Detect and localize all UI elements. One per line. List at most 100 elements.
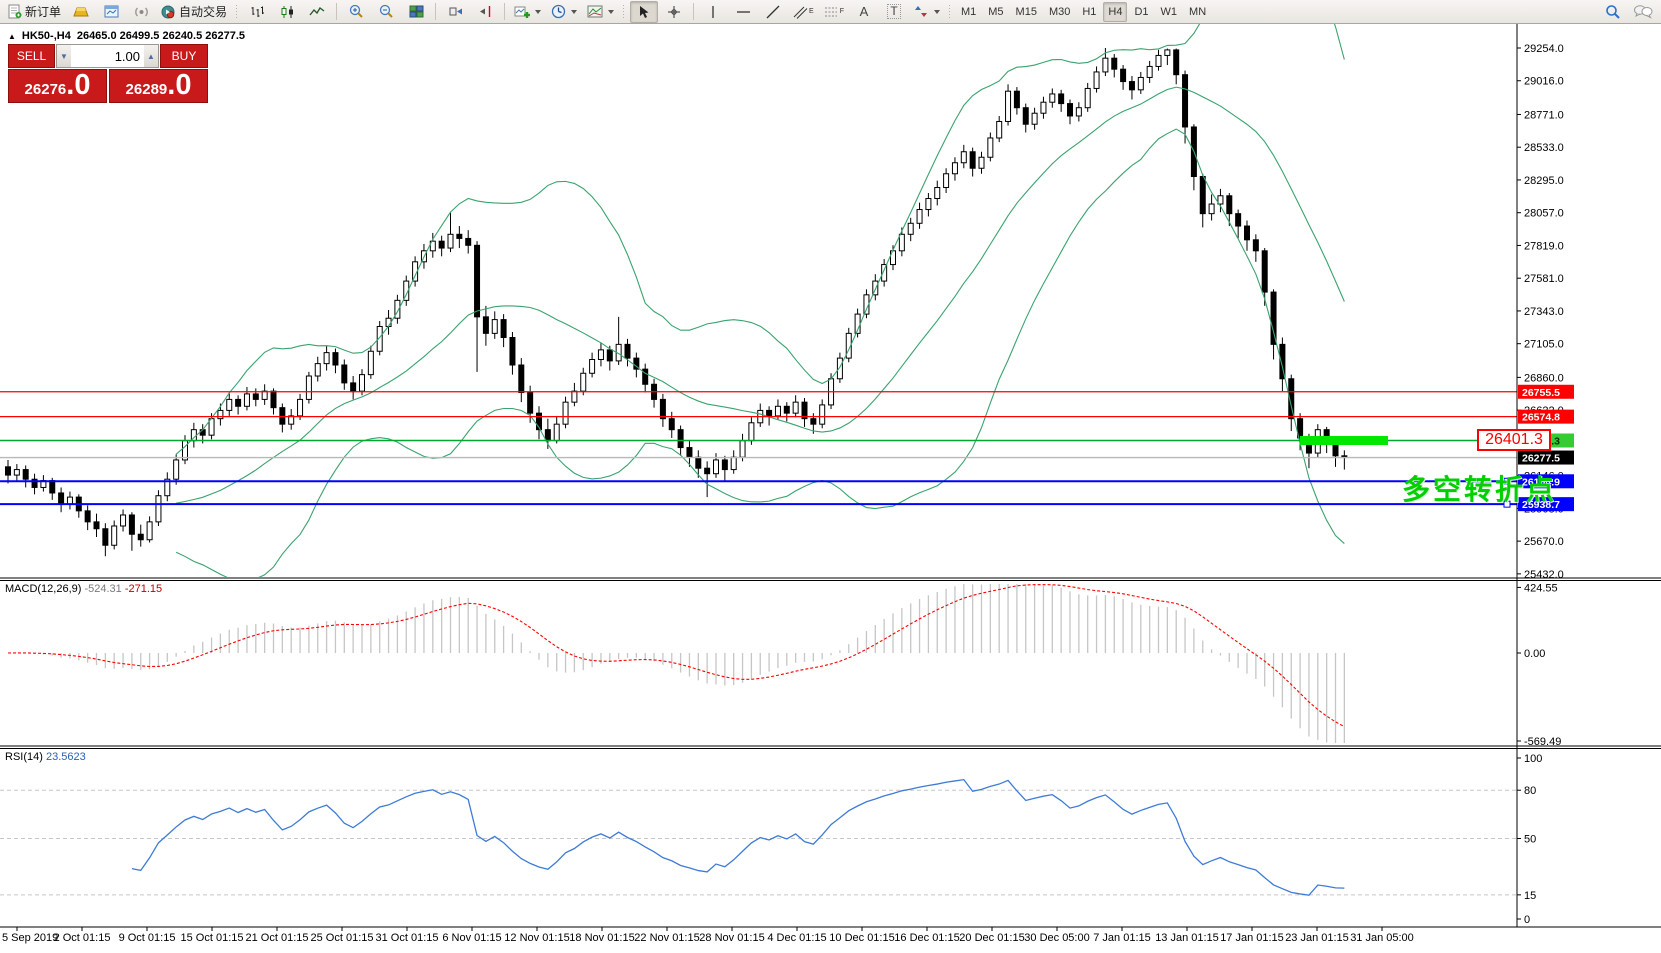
svg-text:22 Nov 01:15: 22 Nov 01:15 [634,932,699,944]
svg-text:6 Nov 01:15: 6 Nov 01:15 [442,932,501,944]
svg-text:424.55: 424.55 [1524,582,1558,594]
svg-text:26755.5: 26755.5 [1522,387,1560,399]
cursor-tool-button[interactable] [630,0,659,23]
svg-text:12 Nov 01:15: 12 Nov 01:15 [504,932,569,944]
volume-increase-button[interactable]: ▲ [144,45,158,67]
equidistant-channel-tool-button[interactable]: E [789,1,818,23]
svg-text:25670.0: 25670.0 [1524,536,1564,548]
autotrading-button[interactable]: 自动交易 [157,1,231,23]
svg-text:28771.0: 28771.0 [1524,109,1564,121]
candlestick-chart-button[interactable] [273,1,301,23]
sell-price-display[interactable]: 26276 .0 [8,69,107,103]
timeframe-d1[interactable]: D1 [1129,2,1153,22]
zoom-in-button[interactable] [342,1,370,23]
price-flag-label[interactable]: 26401.3 [1477,429,1551,451]
svg-text:31 Oct 01:15: 31 Oct 01:15 [376,932,439,944]
chart-window-button[interactable] [97,1,125,23]
rsi-indicator-label: RSI(14) 23.5623 [5,751,86,763]
signal-button[interactable] [127,1,155,23]
broadcast-icon [134,6,148,17]
svg-text:27581.0: 27581.0 [1524,273,1564,285]
dropdown-caret [933,9,940,14]
svg-text:28295.0: 28295.0 [1524,175,1564,187]
fibonacci-tool-button[interactable]: F [820,1,848,23]
svg-text:7 Jan 01:15: 7 Jan 01:15 [1093,932,1151,944]
line-chart-button[interactable] [303,1,331,23]
svg-text:100: 100 [1524,753,1542,765]
trendline-icon [766,5,780,18]
horizontal-line-tool-button[interactable] [729,1,757,23]
sell-button[interactable]: SELL [8,44,55,68]
bar-chart-icon [251,6,264,17]
timeframe-h4[interactable]: H4 [1103,1,1128,22]
templates-button[interactable] [583,1,618,23]
svg-text:17 Jan 01:15: 17 Jan 01:15 [1220,932,1284,944]
tile-windows-button[interactable] [402,1,430,23]
bar-chart-button[interactable] [243,1,271,23]
svg-text:21 Oct 01:15: 21 Oct 01:15 [246,932,309,944]
symbol-name: HK50-,H4 [21,30,71,42]
arrows-tool-button[interactable] [910,1,944,23]
timeframe-w1[interactable]: W1 [1156,2,1183,22]
collapse-panel-icon[interactable]: ▲ [8,32,16,41]
volume-stepper: ▼ ▲ [56,44,159,68]
volume-input[interactable] [71,45,144,67]
svg-text:2 Oct 01:15: 2 Oct 01:15 [54,932,111,944]
macd-indicator-label: MACD(12,26,9) -524.31 -271.15 [5,583,162,595]
svg-text:27343.0: 27343.0 [1524,306,1564,318]
zoom-out-icon [379,4,393,18]
search-button[interactable] [1599,1,1627,23]
add-indicator-button[interactable] [510,1,545,23]
svg-text:23 Jan 01:15: 23 Jan 01:15 [1285,932,1349,944]
macd-signal-value: -271.15 [124,583,163,595]
timeframe-m5[interactable]: M5 [983,2,1008,22]
svg-text:16 Dec 01:15: 16 Dec 01:15 [894,932,959,944]
svg-text:28533.0: 28533.0 [1524,142,1564,154]
buy-price-frac: .0 [167,69,192,101]
vertical-line-tool-button[interactable] [699,1,727,23]
chat-button[interactable] [1629,1,1657,23]
timeframe-m1[interactable]: M1 [956,2,981,22]
timeframe-mn[interactable]: MN [1184,2,1211,22]
trendline-tool-button[interactable] [759,1,787,23]
svg-text:26860.0: 26860.0 [1524,372,1564,384]
timeframe-m15[interactable]: M15 [1011,2,1042,22]
buy-price-display[interactable]: 26289 .0 [109,69,208,103]
svg-text:15: 15 [1524,890,1536,902]
new-order-button[interactable]: 新订单 [4,1,65,23]
search-icon [1606,4,1620,19]
volume-decrease-button[interactable]: ▼ [57,45,71,67]
text-tool-button[interactable]: A [850,1,878,23]
chart-window-icon [104,5,119,18]
chart-shift-button[interactable] [471,1,499,23]
crosshair-tool-button[interactable] [660,1,688,23]
market-watch-button[interactable] [67,1,95,23]
text-label-tool-button[interactable]: T [880,1,908,23]
svg-text:-569.49: -569.49 [1524,736,1561,748]
svg-text:0: 0 [1524,914,1530,926]
line-chart-icon [309,6,325,16]
tile-windows-icon [409,5,424,18]
auto-scroll-button[interactable] [441,1,469,23]
svg-text:30 Dec 05:00: 30 Dec 05:00 [1024,932,1089,944]
rsi-value: 23.5623 [45,751,86,763]
fibo-sub-label: F [839,8,844,15]
new-order-icon [8,4,22,19]
timeframe-m30[interactable]: M30 [1044,2,1075,22]
svg-text:28057.0: 28057.0 [1524,208,1564,220]
toolbar-separator [693,3,695,20]
template-icon [587,5,603,18]
text-label-icon: T [887,4,901,19]
svg-text:26277.5: 26277.5 [1522,453,1560,465]
symbol-header: ▲ HK50-,H4 26465.0 26499.5 26240.5 26277… [8,30,245,42]
auto-scroll-icon [449,7,462,16]
turning-point-annotation: 多空转折点 [1402,474,1558,505]
chart-shift-icon [479,6,490,17]
timeframe-h1[interactable]: H1 [1077,2,1101,22]
arrows-icon [914,6,927,17]
periods-button[interactable] [547,1,581,23]
buy-button[interactable]: BUY [160,44,208,68]
rsi-name: RSI(14) [5,751,43,763]
channel-icon [793,6,808,19]
zoom-out-button[interactable] [372,1,400,23]
